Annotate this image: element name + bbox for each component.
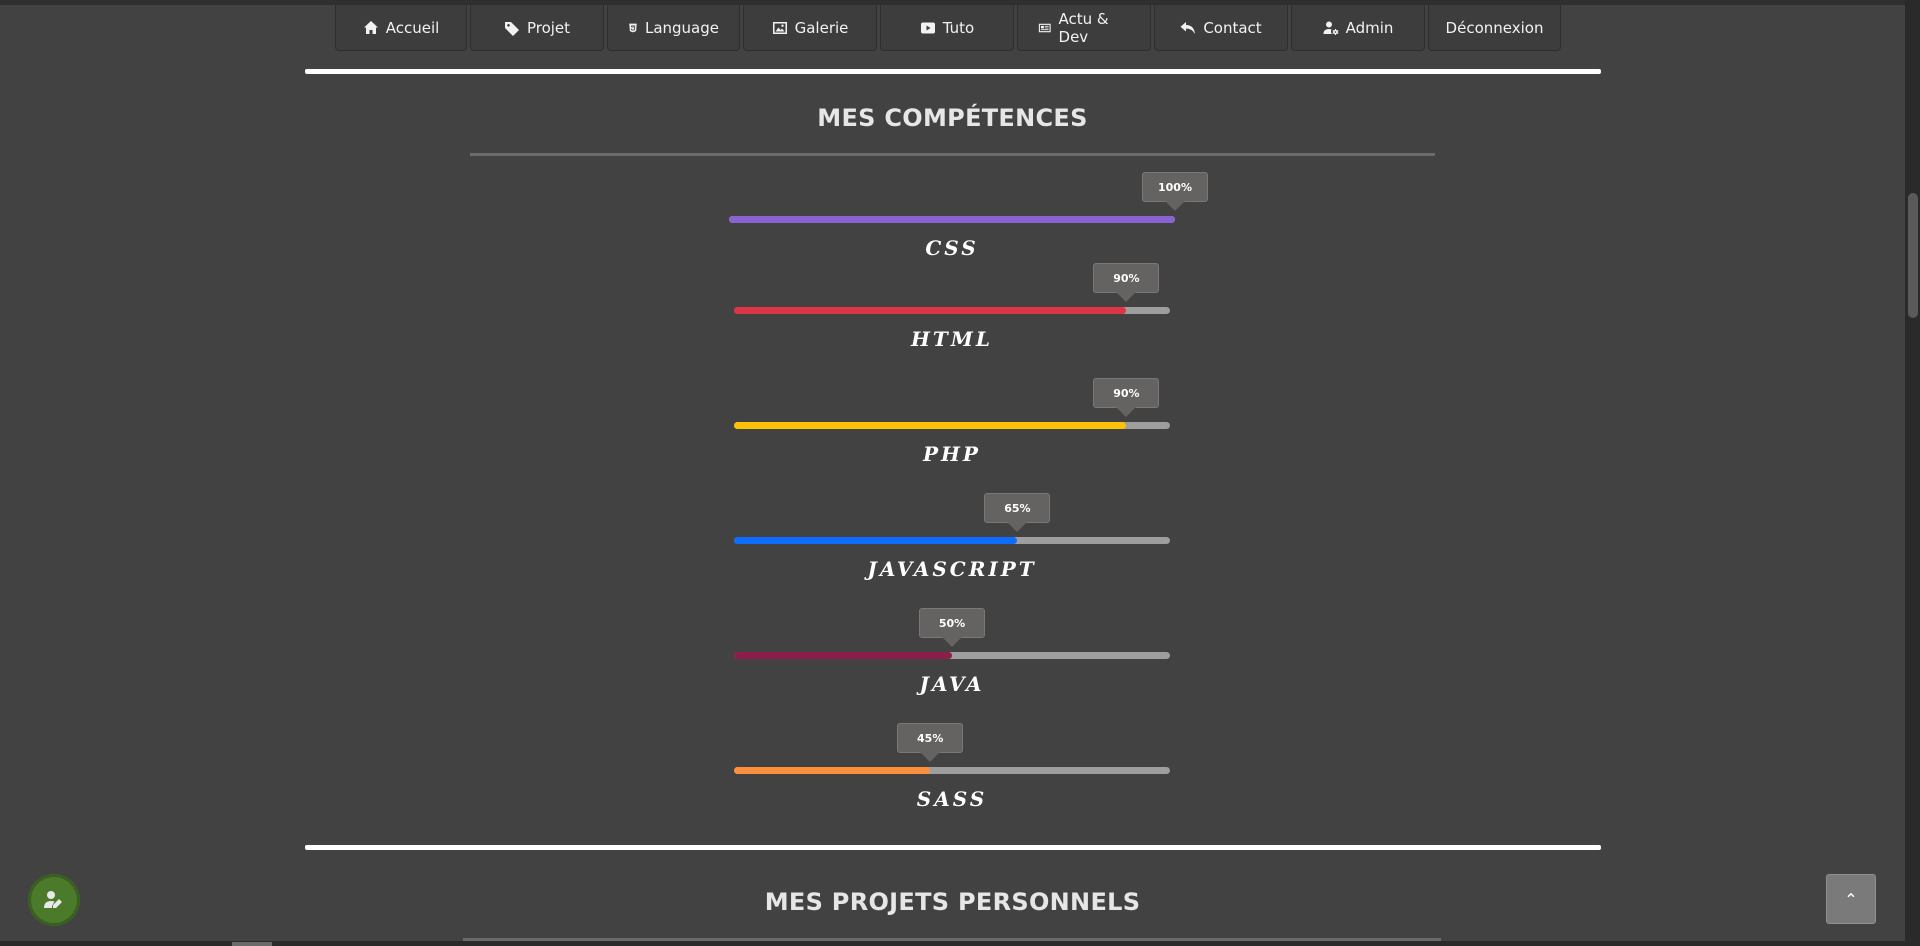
skill-fill xyxy=(734,422,1127,429)
skill-fill xyxy=(734,767,931,774)
skill-track xyxy=(734,537,1170,544)
skill-fill xyxy=(734,652,952,659)
horizontal-scrollbar[interactable] xyxy=(0,941,1905,946)
skill-name: PHP xyxy=(923,442,981,466)
skill-item: 45% SASS xyxy=(734,723,1170,857)
skills-title: MES COMPÉTENCES xyxy=(817,104,1088,132)
nav-label: Accueil xyxy=(385,18,440,37)
nav-galerie[interactable]: Galerie xyxy=(743,5,877,51)
tag-icon xyxy=(504,21,519,36)
section-divider xyxy=(305,845,1601,850)
nav-label: Galerie xyxy=(794,18,849,37)
skill-percent-tooltip: 90% xyxy=(1093,378,1160,417)
nav-actu-dev[interactable]: Actu & Dev xyxy=(1017,5,1151,51)
section-divider xyxy=(305,69,1601,74)
home-icon xyxy=(363,20,378,34)
youtube-icon xyxy=(920,22,935,33)
nav-admin[interactable]: Admin xyxy=(1291,5,1425,51)
skill-fill xyxy=(734,537,1018,544)
newspaper-icon xyxy=(1038,23,1051,32)
nav-label: Tuto xyxy=(942,18,975,37)
user-edit-icon xyxy=(44,891,62,908)
skill-percent-tooltip: 45% xyxy=(897,723,964,762)
vertical-scrollbar[interactable] xyxy=(1905,0,1920,946)
skill-percent-tooltip: 90% xyxy=(1093,263,1160,302)
nav-deconnexion[interactable]: Déconnexion xyxy=(1428,5,1561,51)
image-icon xyxy=(772,21,787,34)
skill-percent-tooltip: 65% xyxy=(984,493,1051,532)
skill-percent-tooltip: 100% xyxy=(1142,172,1208,211)
skill-track xyxy=(734,307,1170,314)
skill-name: JAVA xyxy=(919,672,985,696)
nav-label: Contact xyxy=(1203,18,1262,37)
skill-track xyxy=(734,422,1170,429)
horizontal-scrollbar-thumb[interactable] xyxy=(232,942,272,946)
nav-contact[interactable]: Contact xyxy=(1154,5,1288,51)
skill-track xyxy=(729,216,1175,223)
nav-label: Déconnexion xyxy=(1445,18,1544,37)
skill-name: CSS xyxy=(925,236,979,260)
nav-accueil[interactable]: Accueil xyxy=(335,5,467,51)
vertical-scrollbar-thumb[interactable] xyxy=(1908,193,1918,318)
nav-label: Language xyxy=(644,18,719,37)
reply-icon xyxy=(1180,21,1196,34)
main-nav: Accueil Projet Language Galerie Tuto Act… xyxy=(335,5,1561,51)
projects-title: MES PROJETS PERSONNELS xyxy=(764,888,1141,916)
user-edit-button[interactable] xyxy=(28,874,80,926)
nav-label: Projet xyxy=(526,18,571,37)
skill-percent-tooltip: 50% xyxy=(919,608,985,647)
skill-track xyxy=(734,652,1170,659)
chevron-up-icon: ⌃ xyxy=(1844,889,1858,909)
skill-item: 90% PHP xyxy=(734,378,1170,512)
nav-language[interactable]: Language xyxy=(607,5,740,51)
nav-tuto[interactable]: Tuto xyxy=(880,5,1014,51)
skill-name: SASS xyxy=(916,787,988,811)
skill-name: HTML xyxy=(911,327,993,351)
scroll-to-top-button[interactable]: ⌃ xyxy=(1826,874,1876,924)
skill-track xyxy=(734,767,1170,774)
nav-label: Actu & Dev xyxy=(1058,9,1109,46)
html5-icon xyxy=(629,23,637,32)
nav-projet[interactable]: Projet xyxy=(470,5,604,51)
skill-fill xyxy=(729,216,1175,223)
title-underline xyxy=(470,153,1435,156)
skill-fill xyxy=(734,307,1127,314)
skill-name: JAVASCRIPT xyxy=(867,557,1037,581)
user-cog-icon xyxy=(1323,21,1339,35)
nav-label: Admin xyxy=(1345,18,1394,37)
